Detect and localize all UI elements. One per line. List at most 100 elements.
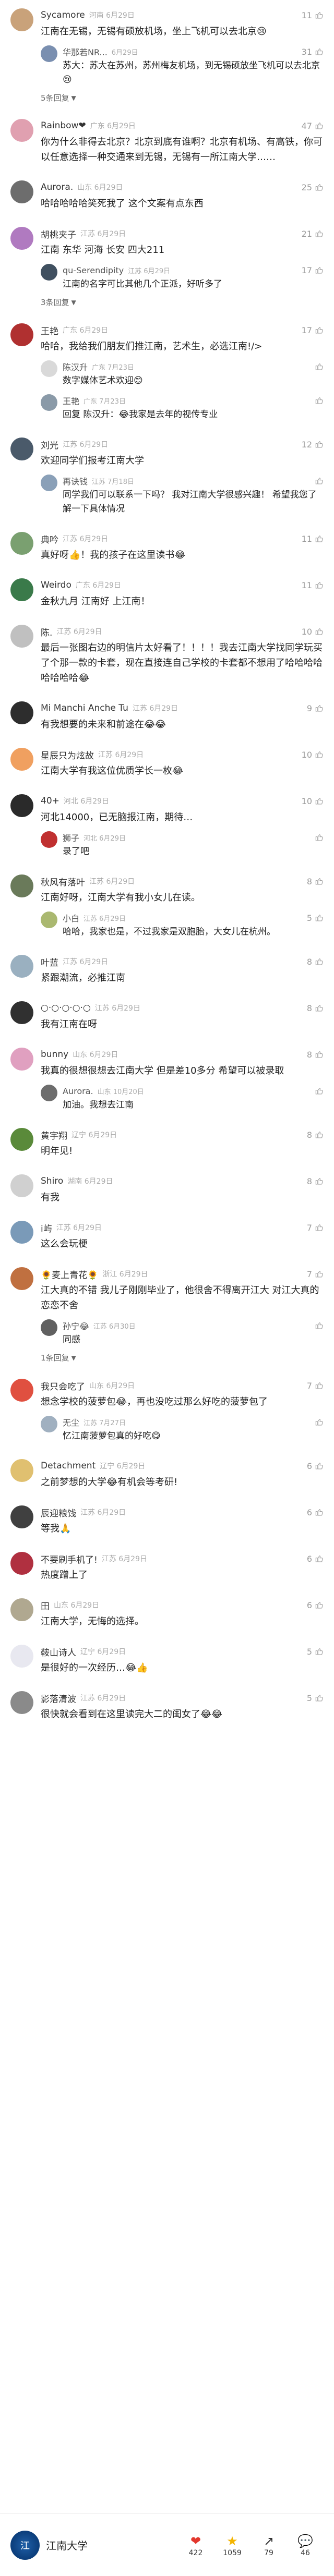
- comment-username[interactable]: Detachment: [41, 1461, 96, 1471]
- comment-like-button[interactable]: 10: [302, 750, 324, 760]
- comment-like-button[interactable]: 7: [307, 1269, 324, 1279]
- reply-like-button[interactable]: [312, 362, 324, 371]
- avatar[interactable]: [10, 1001, 33, 1024]
- comment-like-button[interactable]: 10: [302, 796, 324, 806]
- avatar[interactable]: [10, 1267, 33, 1290]
- comment-username[interactable]: 鞍山诗人: [41, 1645, 76, 1658]
- reply-avatar[interactable]: [41, 1085, 57, 1101]
- avatar[interactable]: [10, 438, 33, 460]
- reply-avatar[interactable]: [41, 45, 57, 62]
- reply-like-button[interactable]: [312, 477, 324, 485]
- comment-like-button[interactable]: 11: [302, 580, 324, 590]
- avatar[interactable]: [10, 1505, 33, 1528]
- avatar[interactable]: [10, 1221, 33, 1244]
- comment-like-button[interactable]: 6: [307, 1600, 324, 1610]
- comment-username[interactable]: 黄宇翔: [41, 1128, 67, 1141]
- comment-username[interactable]: Mi Manchi Anche Tu: [41, 703, 128, 713]
- avatar[interactable]: [10, 794, 33, 817]
- comment-like-button[interactable]: 25: [302, 183, 324, 192]
- comment-username[interactable]: 秋风有落叶: [41, 875, 85, 888]
- favorite-action[interactable]: ★ 1059: [214, 2533, 250, 2557]
- comment-like-button[interactable]: 47: [302, 121, 324, 131]
- avatar[interactable]: [10, 1379, 33, 1402]
- reply-avatar[interactable]: [41, 831, 57, 848]
- avatar[interactable]: [10, 1048, 33, 1071]
- reply-like-button[interactable]: [312, 396, 324, 405]
- reply-username[interactable]: 陈汉升: [63, 360, 88, 373]
- avatar[interactable]: [10, 8, 33, 31]
- comment-username[interactable]: bunny: [41, 1049, 68, 1060]
- comment-username[interactable]: 刘光: [41, 438, 58, 451]
- comment-username[interactable]: 40+: [41, 796, 59, 806]
- avatar[interactable]: [10, 955, 33, 978]
- comment-username[interactable]: Weirdo: [41, 580, 71, 590]
- comment-username[interactable]: 田: [41, 1599, 50, 1612]
- comment-like-button[interactable]: 10: [302, 627, 324, 637]
- comment-like-button[interactable]: 6: [307, 1554, 324, 1564]
- avatar[interactable]: [10, 1459, 33, 1482]
- comment-like-button[interactable]: 6: [307, 1461, 324, 1471]
- reply-username[interactable]: 王艳: [63, 394, 79, 407]
- reply-username[interactable]: 小白: [63, 912, 79, 924]
- avatar[interactable]: [10, 578, 33, 601]
- reply-username[interactable]: 狮子: [63, 831, 79, 844]
- reply-username[interactable]: 孙宁😂: [63, 1319, 89, 1332]
- comment-username[interactable]: 不要刷手机了!: [41, 1552, 98, 1565]
- avatar[interactable]: [10, 874, 33, 897]
- comment-username[interactable]: 叶蓝: [41, 955, 58, 968]
- reply-like-button[interactable]: 17: [302, 265, 324, 275]
- avatar[interactable]: [10, 1645, 33, 1668]
- reply-username[interactable]: qu-Serendipity: [63, 265, 124, 275]
- comment-username[interactable]: Sycamore: [41, 10, 85, 20]
- reply-avatar[interactable]: [41, 1416, 57, 1432]
- reply-like-button[interactable]: [312, 1087, 324, 1095]
- comment-like-button[interactable]: 21: [302, 229, 324, 239]
- reply-like-button[interactable]: 5: [307, 913, 324, 923]
- comment-like-button[interactable]: 8: [307, 957, 324, 967]
- comment-username[interactable]: Aurora.: [41, 182, 73, 192]
- comment-like-button[interactable]: 8: [307, 1130, 324, 1140]
- comment-like-button[interactable]: 17: [302, 325, 324, 335]
- avatar[interactable]: [10, 323, 33, 346]
- comment-like-button[interactable]: 5: [307, 1693, 324, 1703]
- reply-avatar[interactable]: [41, 360, 57, 377]
- reply-like-button[interactable]: [312, 1418, 324, 1426]
- comment-like-button[interactable]: 7: [307, 1381, 324, 1391]
- comment-like-button[interactable]: 9: [307, 703, 324, 713]
- comment-like-button[interactable]: 8: [307, 1050, 324, 1060]
- comment-username[interactable]: 典吟: [41, 532, 58, 545]
- reply-avatar[interactable]: [41, 912, 57, 928]
- avatar[interactable]: [10, 1691, 33, 1714]
- avatar[interactable]: [10, 625, 33, 648]
- account-logo[interactable]: 江: [10, 2530, 40, 2560]
- reply-avatar[interactable]: [41, 264, 57, 281]
- avatar[interactable]: [10, 532, 33, 555]
- comment-like-button[interactable]: 8: [307, 1176, 324, 1186]
- comment-username[interactable]: 影落清波: [41, 1692, 76, 1705]
- comment-like-button[interactable]: 5: [307, 1647, 324, 1657]
- avatar[interactable]: [10, 1552, 33, 1575]
- avatar[interactable]: [10, 180, 33, 203]
- comment-username[interactable]: 🌻麦上青花🌻: [41, 1268, 98, 1281]
- comment-username[interactable]: 胡桃夹子: [41, 227, 76, 240]
- reply-like-button[interactable]: [312, 1321, 324, 1330]
- avatar[interactable]: [10, 748, 33, 771]
- avatar[interactable]: [10, 119, 33, 142]
- reply-username[interactable]: 华那若NR...: [63, 45, 108, 58]
- comment-username[interactable]: 我只会吃了: [41, 1379, 85, 1392]
- reply-like-button[interactable]: 31: [302, 47, 324, 57]
- reply-username[interactable]: Aurora.: [63, 1086, 93, 1096]
- reply-avatar[interactable]: [41, 475, 57, 491]
- avatar[interactable]: [10, 227, 33, 250]
- avatar[interactable]: [10, 1128, 33, 1151]
- reply-avatar[interactable]: [41, 394, 57, 411]
- account-name[interactable]: 江南大学: [46, 2537, 88, 2553]
- reply-avatar[interactable]: [41, 1319, 57, 1336]
- comment-username[interactable]: 星辰只为炫故: [41, 748, 94, 761]
- comment-like-button[interactable]: 11: [302, 10, 324, 20]
- more-replies-button[interactable]: 5条回复 ▼: [41, 92, 76, 103]
- comment-like-button[interactable]: 12: [302, 440, 324, 449]
- comment-action[interactable]: 💬 46: [287, 2533, 324, 2557]
- comment-username[interactable]: Shiro: [41, 1176, 63, 1186]
- more-replies-button[interactable]: 1条回复 ▼: [41, 1352, 76, 1363]
